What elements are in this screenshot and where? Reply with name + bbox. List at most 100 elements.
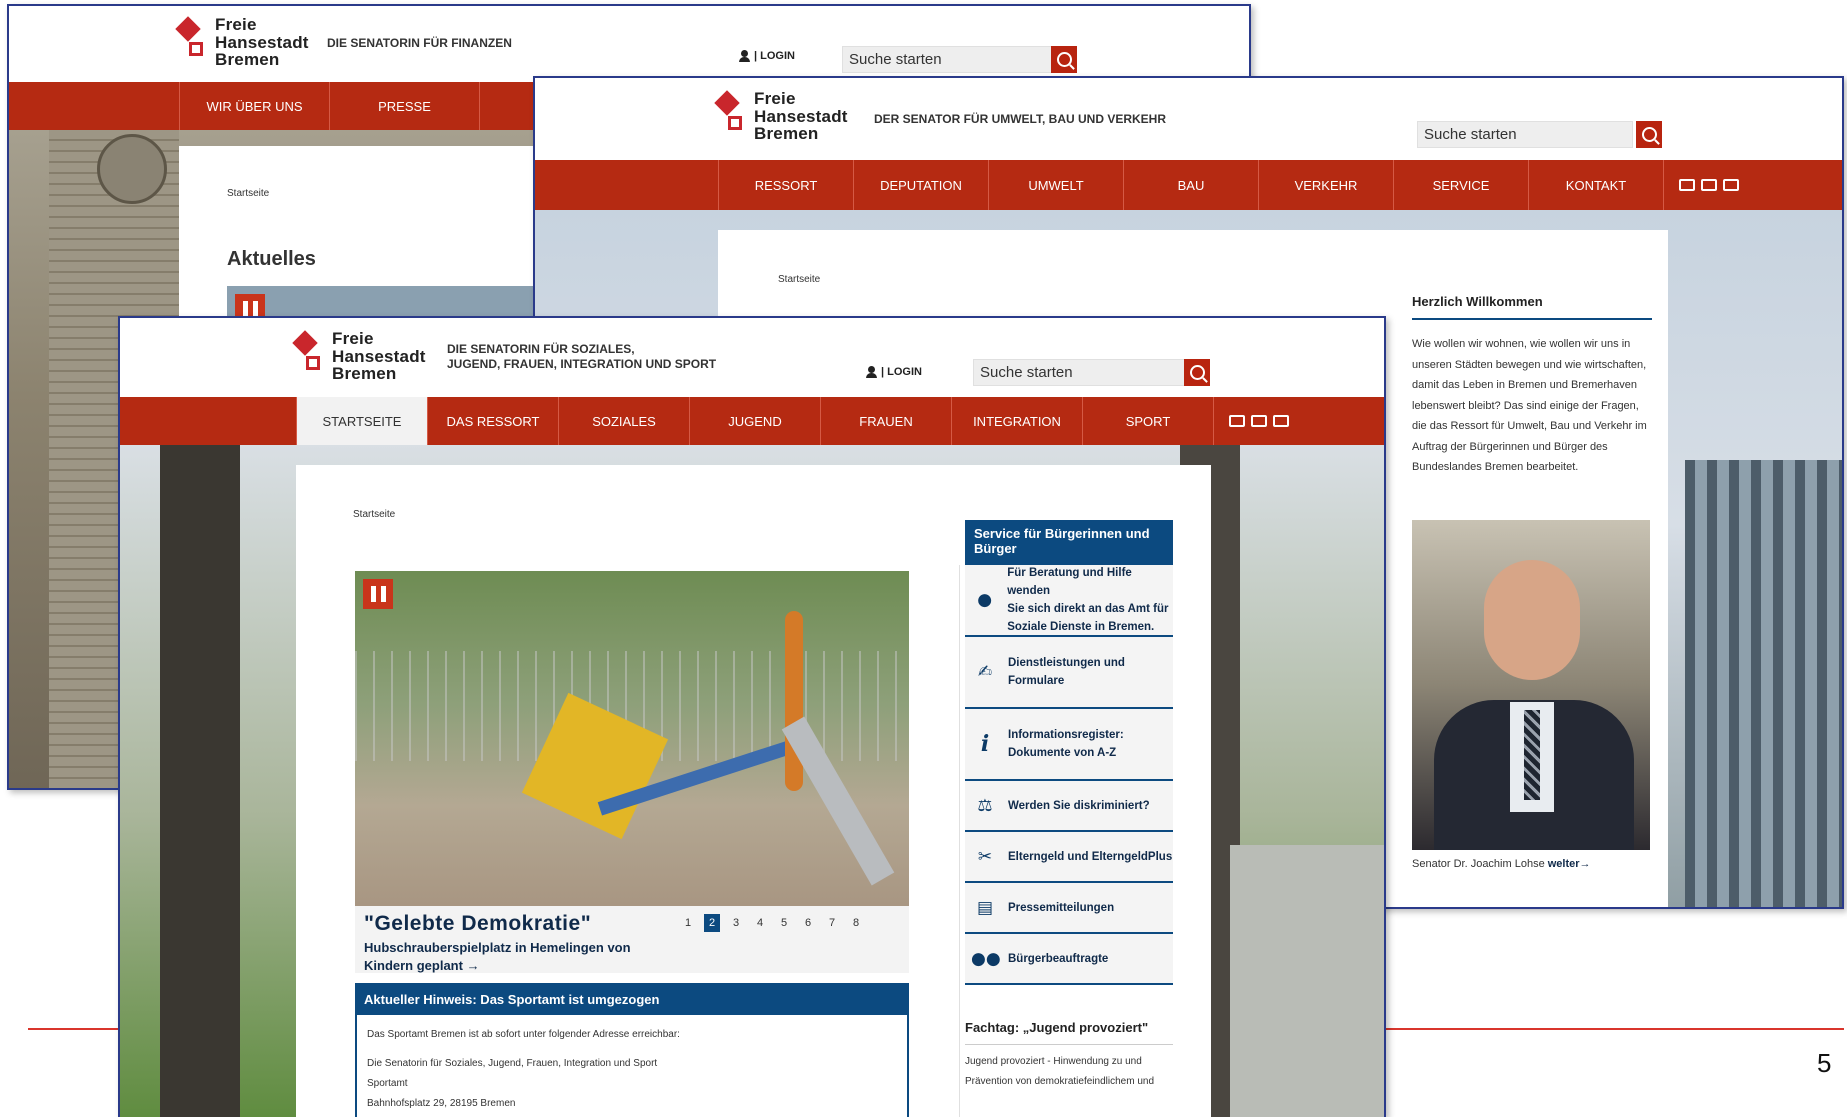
bremen-key-icon <box>714 90 748 136</box>
service-label: Dokumente von A-Z <box>1008 747 1117 759</box>
glass-building <box>1685 460 1842 907</box>
page-dot[interactable]: 3 <box>728 914 744 932</box>
search-input[interactable]: Suche starten <box>973 359 1191 386</box>
nav-item[interactable]: VERKEHR <box>1258 160 1393 210</box>
search-input[interactable]: Suche starten <box>842 46 1060 73</box>
login-link[interactable]: | LOGIN <box>739 50 795 62</box>
search-button[interactable] <box>1051 46 1077 73</box>
nav-item[interactable]: RESSORT <box>718 160 853 210</box>
read-aloud-icon[interactable] <box>1273 415 1289 427</box>
notice-title: Aktueller Hinweis: Das Sportamt ist umge… <box>357 985 907 1015</box>
breadcrumb[interactable]: Startseite <box>227 188 269 199</box>
service-title: Service für Bürgerinnen und Bürger <box>965 520 1173 565</box>
service-label: Werden Sie diskriminiert? <box>1008 799 1150 812</box>
notice-box: Aktueller Hinweis: Das Sportamt ist umge… <box>355 983 909 1117</box>
department-line: JUGEND, FRAUEN, INTEGRATION UND SPORT <box>447 357 717 371</box>
search-button[interactable] <box>1636 121 1662 148</box>
logo-line: Bremen <box>754 124 819 143</box>
nav-item[interactable]: DEPUTATION <box>853 160 988 210</box>
page-dot[interactable]: 1 <box>680 914 696 932</box>
breadcrumb[interactable]: Startseite <box>353 509 395 520</box>
fachtag-title[interactable]: Fachtag: „Jugend provoziert" <box>965 1020 1148 1035</box>
newspaper-icon: ▤ <box>976 897 994 918</box>
easy-language-icon[interactable] <box>1679 179 1695 191</box>
notice-line: Sportamt <box>367 1078 408 1089</box>
service-item-forms[interactable]: ✍ Dienstleistungen und Formulare <box>965 637 1173 709</box>
easy-language-icon[interactable] <box>1229 415 1245 427</box>
nav-item[interactable]: INTEGRATION <box>951 397 1082 445</box>
department-name: DIE SENATORIN FÜR SOZIALES, JUGEND, FRAU… <box>447 342 716 372</box>
search-icon <box>1056 52 1072 67</box>
nav-item[interactable]: UMWELT <box>988 160 1123 210</box>
nav-item[interactable]: PRESSE <box>329 82 479 130</box>
nav-item[interactable]: FRAUEN <box>820 397 951 445</box>
bremen-logo[interactable]: Freie Hansestadt Bremen <box>292 330 426 383</box>
bremen-logo[interactable]: Freie Hansestadt Bremen <box>714 90 848 143</box>
login-link[interactable]: | LOGIN <box>866 366 922 378</box>
search-input[interactable]: Suche starten <box>1417 121 1633 148</box>
service-label: Elterngeld und ElterngeldPlus <box>1008 850 1173 863</box>
slider-subtitle[interactable]: Hubschrauberspielplatz in Hemelingen von… <box>364 939 631 975</box>
breadcrumb[interactable]: Startseite <box>778 274 820 285</box>
login-label: | LOGIN <box>754 50 795 62</box>
user-icon <box>866 366 877 378</box>
more-link[interactable]: welter <box>1548 858 1580 870</box>
pause-button[interactable] <box>363 579 393 609</box>
sign-language-icon[interactable] <box>1251 415 1267 427</box>
section-heading: Aktuelles <box>227 248 316 270</box>
accessibility-tools <box>1663 160 1763 210</box>
slider-title[interactable]: "Gelebte Demokratie" <box>364 912 591 936</box>
nav-item[interactable]: KONTAKT <box>1528 160 1663 210</box>
portrait-caption: Senator Dr. Joachim Lohse welter→ <box>1412 858 1591 870</box>
service-item-advice[interactable]: ● Für Beratung und Hilfe wenden Sie sich… <box>965 565 1173 637</box>
service-item-register[interactable]: i Informationsregister: Dokumente von A-… <box>965 709 1173 781</box>
nav-item[interactable]: SERVICE <box>1393 160 1528 210</box>
main-nav: RESSORT DEPUTATION UMWELT BAU VERKEHR SE… <box>535 160 1842 210</box>
logo-line: Bremen <box>332 364 397 383</box>
page-dot[interactable]: 8 <box>848 914 864 932</box>
welcome-divider <box>1412 318 1652 320</box>
read-aloud-icon[interactable] <box>1723 179 1739 191</box>
info-icon: i <box>980 731 990 757</box>
fachtag-line: Prävention von demokratiefeindlichem und <box>965 1076 1154 1087</box>
service-label: Bürgerbeauftragte <box>1008 952 1109 965</box>
welcome-title: Herzlich Willkommen <box>1412 294 1543 309</box>
page-dot[interactable]: 5 <box>776 914 792 932</box>
department-name: DIE SENATORIN FÜR FINANZEN <box>327 36 512 50</box>
fachtag-divider <box>965 1044 1173 1045</box>
bremen-logo[interactable]: Freie Hansestadt Bremen <box>175 16 309 69</box>
column-divider <box>959 565 960 1117</box>
nav-item[interactable]: JUGEND <box>689 397 820 445</box>
service-item-discrimination[interactable]: ⚖ Werden Sie diskriminiert? <box>965 781 1173 832</box>
slider-caption: "Gelebte Demokratie" Hubschrauberspielpl… <box>355 906 909 973</box>
page-dot[interactable]: 6 <box>800 914 816 932</box>
page-dot[interactable]: 7 <box>824 914 840 932</box>
form-pen-icon: ✍ <box>977 662 993 682</box>
service-label: Soziale Dienste in Bremen. <box>1007 621 1155 633</box>
notice-body: Das Sportamt Bremen ist ab sofort unter … <box>357 1015 907 1117</box>
nav-item-active[interactable]: STARTSEITE <box>296 397 427 445</box>
search-icon <box>1189 365 1205 380</box>
search-button[interactable] <box>1184 359 1210 386</box>
service-item-elterngeld[interactable]: ✂ Elterngeld und ElterngeldPlus <box>965 832 1173 883</box>
slider-image[interactable] <box>355 571 909 906</box>
page-dot-active[interactable]: 2 <box>704 914 720 932</box>
service-item-ombudsman[interactable]: ●● Bürgerbeauftragte <box>965 934 1173 985</box>
bremen-key-icon <box>292 330 326 376</box>
nav-item[interactable]: WIR ÜBER UNS <box>179 82 329 130</box>
sign-language-icon[interactable] <box>1701 179 1717 191</box>
caption-text: Senator Dr. Joachim Lohse <box>1412 858 1545 870</box>
nav-item[interactable]: DAS RESSORT <box>427 397 558 445</box>
department-name: DER SENATOR FÜR UMWELT, BAU UND VERKEHR <box>874 112 1167 126</box>
path <box>1230 845 1384 1117</box>
service-label: Sie sich direkt an das Amt für <box>1007 603 1169 615</box>
page-dot[interactable]: 4 <box>752 914 768 932</box>
nav-item[interactable]: SPORT <box>1082 397 1213 445</box>
notice-line: Bahnhofsplatz 29, 28195 Bremen <box>367 1098 516 1109</box>
nav-item[interactable]: SOZIALES <box>558 397 689 445</box>
playground-orange-post <box>785 611 803 791</box>
clock-icon <box>97 134 167 204</box>
nav-item[interactable]: BAU <box>1123 160 1258 210</box>
fachtag-line: Jugend provoziert - Hinwendung zu und <box>965 1056 1142 1067</box>
service-item-press[interactable]: ▤ Pressemitteilungen <box>965 883 1173 934</box>
